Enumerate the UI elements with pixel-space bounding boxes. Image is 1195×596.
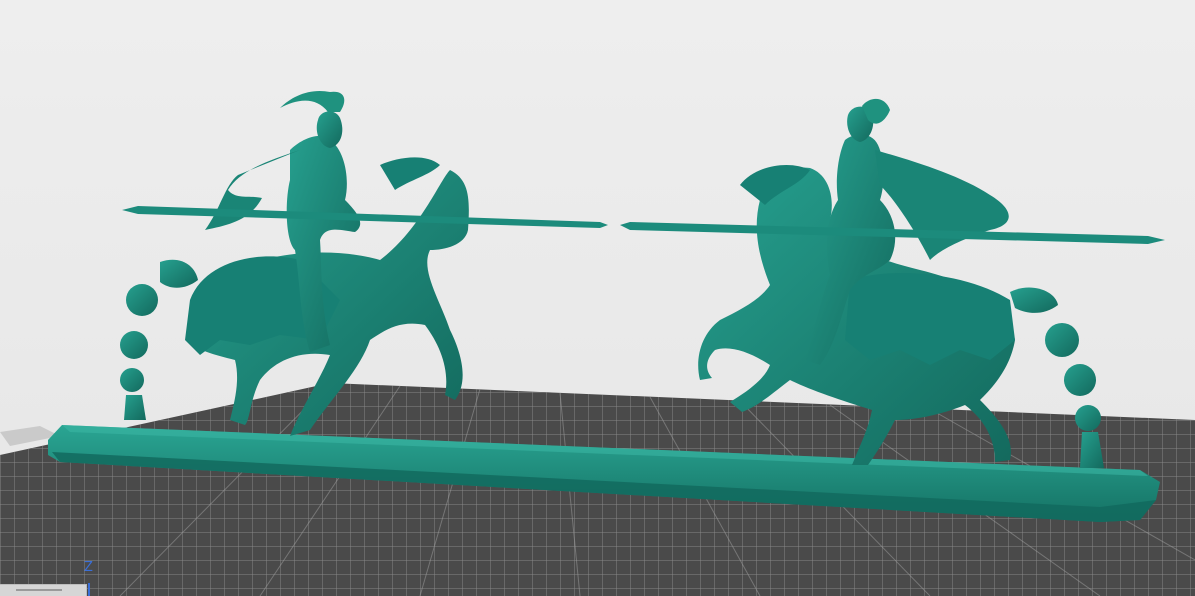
z-axis-label: Z	[84, 560, 93, 575]
z-axis-icon	[88, 583, 90, 596]
grip-icon	[16, 589, 62, 591]
jousting-knights-model-icon[interactable]	[48, 90, 1165, 522]
panel-collapse-tab[interactable]	[0, 584, 87, 596]
scene-canvas[interactable]	[0, 0, 1195, 596]
3d-viewport[interactable]: Z	[0, 0, 1195, 596]
left-lance	[122, 206, 608, 228]
left-knight-horse	[120, 90, 469, 436]
